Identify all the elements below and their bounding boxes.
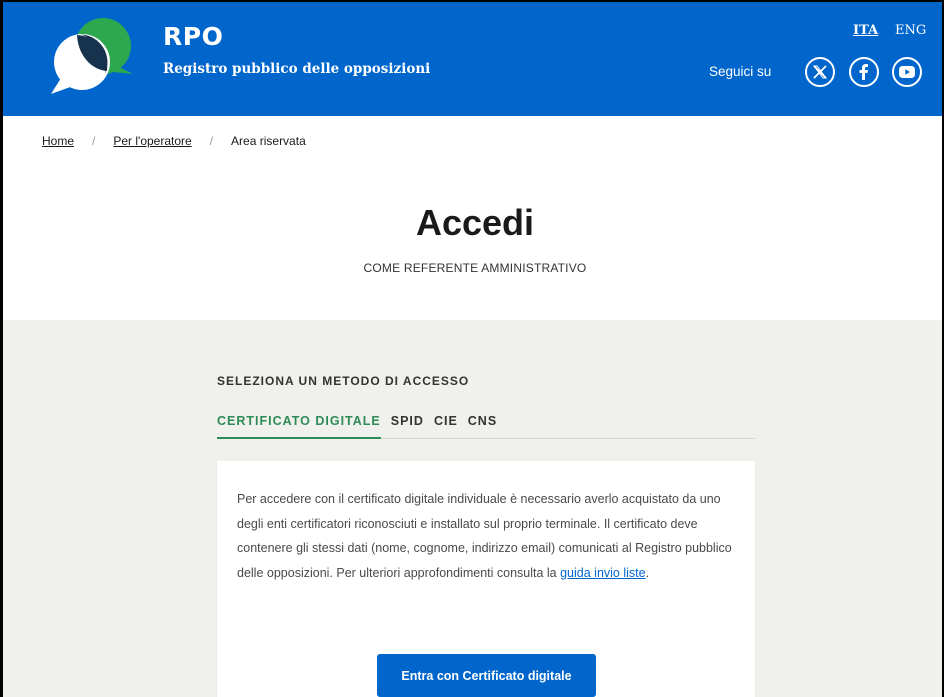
page-subtitle: COME REFERENTE AMMINISTRATIVO (363, 261, 587, 275)
tab-cns[interactable]: CNS (468, 414, 497, 439)
facebook-social-link[interactable] (849, 57, 879, 87)
description-end: . (645, 565, 650, 580)
tab-certificato-digitale[interactable]: CERTIFICATO DIGITALE (217, 414, 381, 439)
tab-spid[interactable]: SPID (391, 414, 424, 439)
breadcrumb-separator: / (92, 134, 96, 148)
certificate-login-button[interactable]: Entra con Certificato digitale (377, 654, 596, 697)
language-ita-link[interactable]: ITA (853, 23, 878, 38)
access-panel: Per accedere con il certificato digitale… (217, 461, 755, 697)
site-subtitle: Registro pubblico delle opposizioni (163, 61, 431, 77)
site-header: RPO Registro pubblico delle opposizioni … (3, 2, 942, 116)
breadcrumb-home-link[interactable]: Home (42, 134, 74, 148)
x-icon (813, 65, 827, 79)
facebook-icon (859, 64, 868, 80)
breadcrumb-current: Area riservata (231, 134, 306, 148)
follow-label: Seguici su (709, 64, 772, 79)
language-eng-link[interactable]: ENG (895, 23, 926, 38)
guide-link[interactable]: guida invio liste (560, 566, 645, 580)
rpo-logo[interactable] (47, 16, 139, 98)
tab-cie[interactable]: CIE (434, 414, 458, 439)
site-title[interactable]: RPO (163, 22, 223, 51)
breadcrumb: Home / Per l'operatore / Area riservata (42, 134, 306, 148)
access-method-tabs: CERTIFICATO DIGITALE SPID CIE CNS (217, 414, 755, 439)
access-description: Per accedere con il certificato digitale… (237, 487, 737, 585)
youtube-social-link[interactable] (892, 57, 922, 87)
breadcrumb-operator-link[interactable]: Per l'operatore (113, 134, 191, 148)
access-method-heading: SELEZIONA UN METODO DI ACCESSO (217, 374, 470, 388)
youtube-icon (899, 66, 915, 78)
page-frame: RPO Registro pubblico delle opposizioni … (0, 0, 944, 697)
logo-icon (51, 18, 133, 94)
description-text: Per accedere con il certificato digitale… (237, 492, 732, 580)
x-social-link[interactable] (805, 57, 835, 87)
page-title: Accedi (415, 202, 535, 243)
breadcrumb-separator: / (209, 134, 214, 148)
